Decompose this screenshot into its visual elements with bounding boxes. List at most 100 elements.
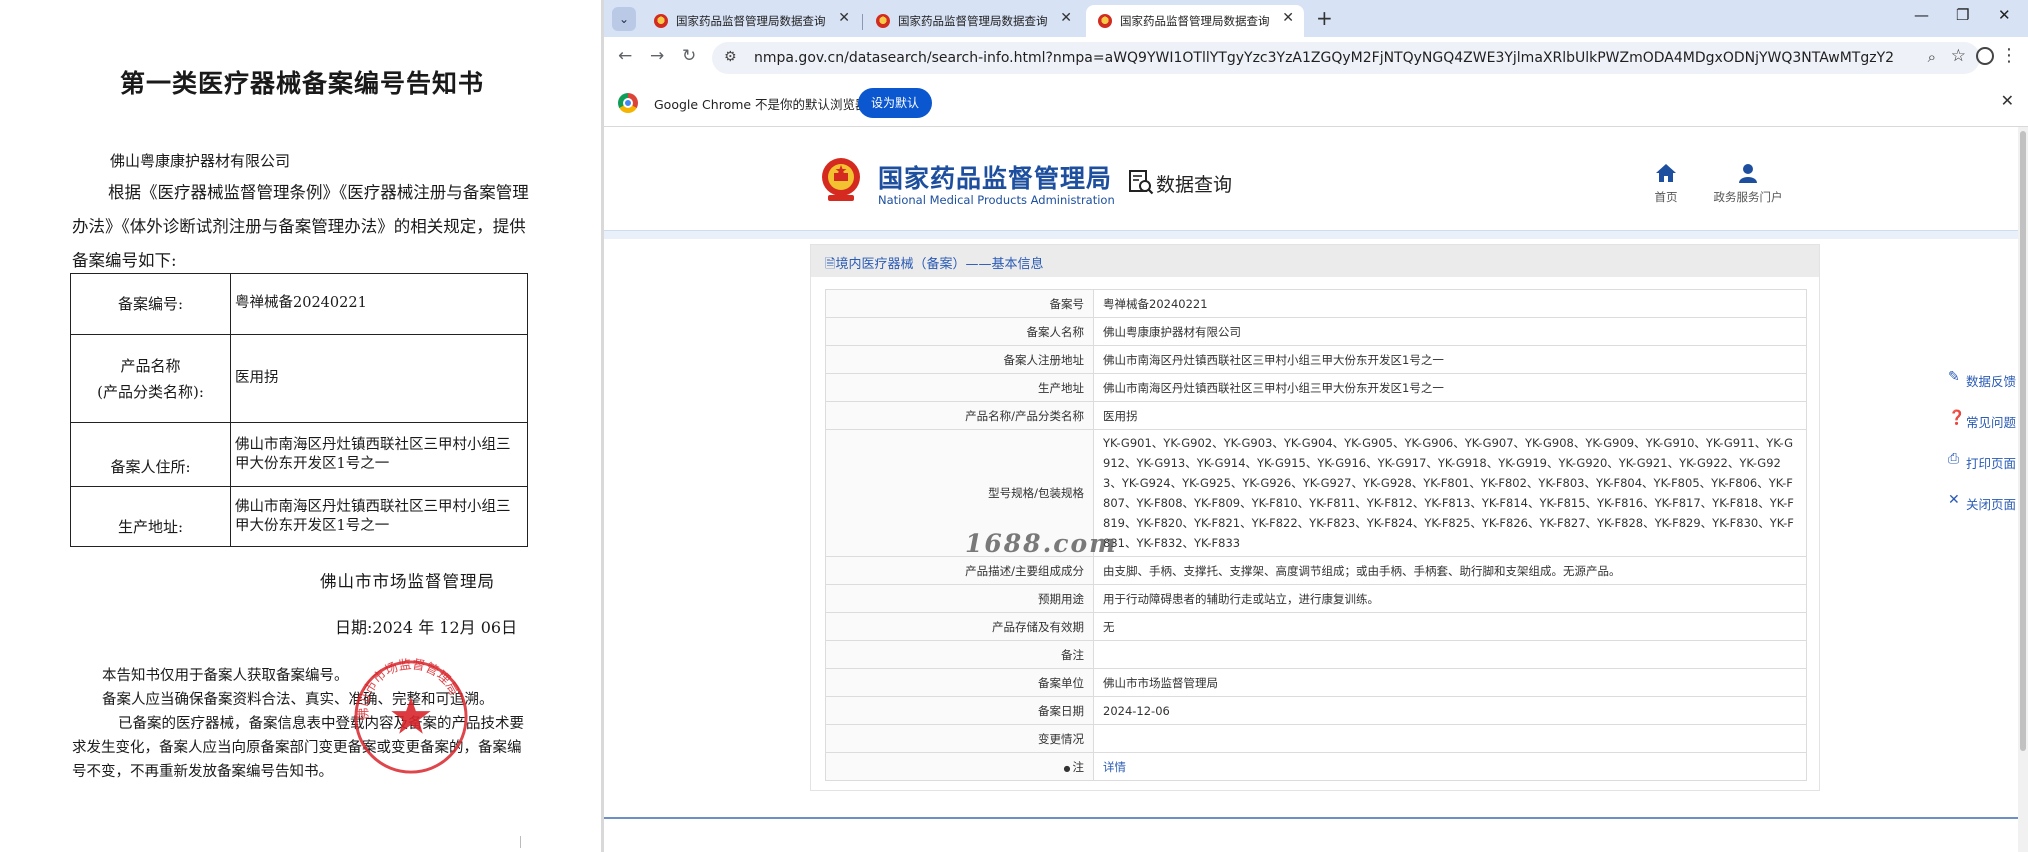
table-row: 备注 (825, 640, 1807, 669)
side-tool-label: 关闭页面 (1966, 497, 2017, 512)
question-icon: ❓ (1948, 410, 1966, 426)
site-header: 国家药品监督管理局 National Medical Products Admi… (604, 127, 2024, 231)
forward-arrow-icon[interactable]: → (650, 46, 664, 66)
table-row: 生产地址: 佛山市南海区丹灶镇西联社区三甲村小组三甲大份东开发区1号之一 (70, 486, 528, 547)
url-text[interactable]: nmpa.gov.cn/datasearch/search-info.html?… (754, 50, 1894, 66)
infobar-close-icon[interactable]: ✕ (2001, 91, 2014, 110)
restore-icon[interactable]: ❐ (1956, 6, 1969, 24)
tab-search-button[interactable]: ⌄ (612, 7, 636, 31)
site-name[interactable]: 国家药品监督管理局 (878, 159, 1112, 195)
tab-close-icon[interactable]: ✕ (1060, 10, 1072, 26)
scrollbar-thumb[interactable] (2020, 131, 2026, 751)
field-label: 预期用途 (825, 584, 1094, 613)
browser-window: ⌄ 国家药品监督管理局数据查询 ✕ 国家药品监督管理局数据查询 ✕ 国家药品监督… (604, 0, 2028, 852)
tab-title: 国家药品监督管理局数据查询 (1120, 14, 1270, 28)
nav-service-portal[interactable]: 政务服务门户 (1708, 163, 1788, 205)
close-icon: ✕ (1948, 492, 1960, 508)
table-row: 备案单位 佛山市市场监督管理局 (825, 668, 1807, 697)
official-seal-icon: 佛山市市场监督管理局 (354, 658, 468, 774)
print-icon: ⎙ (1948, 451, 1960, 467)
document-date: 日期:2024 年 12月 06日 (335, 618, 518, 637)
window-close-icon[interactable]: ✕ (1998, 6, 2011, 24)
close-page-button[interactable]: ✕ 关闭页面 (1942, 490, 2024, 531)
browser-tab-active[interactable]: 国家药品监督管理局数据查询 ✕ (1086, 5, 1304, 37)
field-value: 由支脚、手柄、支撑托、支撑架、高度调节组成；或由手柄、手柄套、助行脚和支架组成。… (1093, 556, 1807, 585)
tab-title: 国家药品监督管理局数据查询 (898, 14, 1048, 28)
table-row: 产品名称 (产品分类名称): 医用拐 (70, 334, 528, 423)
field-label: 产品描述/主要组成成分 (825, 556, 1094, 585)
field-label: 生产地址 (825, 373, 1094, 402)
vertical-scrollbar[interactable] (2018, 127, 2028, 852)
watermark-text: 1688.com (965, 529, 1118, 558)
field-label: 产品存储及有效期 (825, 612, 1094, 641)
field-value: 医用拐 (1093, 401, 1807, 430)
field-label: 备案号 (825, 289, 1094, 318)
table-row: ● 注详情 (825, 752, 1807, 781)
table-row: 备案人住所: 佛山市南海区丹灶镇西联社区三甲村小组三甲大份东开发区1号之一 (70, 422, 528, 487)
browser-toolbar: ← → ↻ ⚙ nmpa.gov.cn/datasearch/search-in… (604, 37, 2028, 79)
table-row: 备案人名称 佛山粤康康护器材有限公司 (825, 317, 1807, 346)
zoom-icon[interactable]: ⌕ (1928, 48, 1936, 66)
table-label: 备案编号: (70, 273, 231, 335)
details-link[interactable]: 详情 (1103, 760, 1126, 774)
table-row: 备案人注册地址 佛山市南海区丹灶镇西联社区三甲村小组三甲大份东开发区1号之一 (825, 345, 1807, 374)
tab-close-icon[interactable]: ✕ (1282, 10, 1294, 26)
section-title: 数据查询 (1156, 174, 1233, 196)
site-info-icon[interactable]: ⚙ (724, 49, 737, 65)
side-tool-label: 数据反馈 (1966, 374, 2017, 389)
document-icon: 🗎 (825, 257, 836, 272)
national-emblem-icon (822, 158, 860, 201)
back-arrow-icon[interactable]: ← (618, 46, 632, 66)
basic-info-panel: 🗎境内医疗器械（备案）——基本信息 备案号 粤禅械备20240221 备案人名称 佛山… (810, 244, 1820, 791)
field-value (1093, 724, 1807, 753)
minimize-icon[interactable]: — (1914, 6, 1929, 24)
print-button[interactable]: ⎙ 打印页面 (1942, 449, 2024, 490)
tab-separator (862, 14, 863, 30)
field-value: 佛山市南海区丹灶镇西联社区三甲村小组三甲大份东开发区1号之一 (1093, 373, 1807, 402)
address-bar[interactable]: ⚙ nmpa.gov.cn/datasearch/search-info.htm… (712, 42, 1980, 74)
tab-close-icon[interactable]: ✕ (838, 10, 850, 26)
new-tab-icon[interactable]: + (1316, 6, 1333, 30)
field-label: 备注 (825, 640, 1094, 669)
menu-dots-icon[interactable]: ⋮ (2000, 45, 2018, 66)
tab-strip: ⌄ 国家药品监督管理局数据查询 ✕ 国家药品监督管理局数据查询 ✕ 国家药品监督… (604, 0, 2028, 37)
profile-icon[interactable] (1976, 47, 1994, 65)
browser-tab[interactable]: 国家药品监督管理局数据查询 ✕ (642, 5, 860, 37)
notice-document: 第一类医疗器械备案编号告知书 佛山粤康康护器材有限公司 根据《医疗器械监督管理条… (0, 0, 604, 852)
table-label: 备案人住所: (70, 422, 231, 487)
field-label: 备案人注册地址 (825, 345, 1094, 374)
table-row: 产品存储及有效期无 (825, 612, 1807, 641)
feedback-button[interactable]: ✎ 数据反馈 (1942, 367, 2024, 408)
side-tool-label: 打印页面 (1966, 456, 2017, 471)
home-icon (1656, 164, 1676, 182)
nav-home[interactable]: 首页 (1626, 163, 1706, 205)
table-row: 产品名称/产品分类名称 医用拐 (825, 401, 1807, 430)
table-row: 备案日期 2024-12-06 (825, 696, 1807, 725)
header-band (604, 231, 2024, 239)
table-row: 生产地址 佛山市南海区丹灶镇西联社区三甲村小组三甲大份东开发区1号之一 (825, 373, 1807, 402)
table-row: 变更情况 (825, 724, 1807, 753)
field-value (1093, 640, 1807, 669)
edit-icon: ✎ (1948, 369, 1960, 385)
reload-icon[interactable]: ↻ (682, 46, 696, 66)
nav-label: 首页 (1654, 190, 1678, 204)
field-value: 2024-12-06 (1093, 696, 1807, 725)
faq-button[interactable]: ❓ 常见问题 (1942, 408, 2024, 449)
bookmark-star-icon[interactable]: ☆ (1951, 46, 1966, 66)
nmpa-favicon-icon (876, 14, 890, 28)
default-browser-infobar: Google Chrome 不是你的默认浏览器 设为默认 ✕ (604, 79, 2028, 127)
set-default-button[interactable]: 设为默认 (858, 88, 932, 118)
data-query-icon (1129, 170, 1154, 195)
site-name-english: National Medical Products Administration (878, 193, 1115, 207)
tab-title: 国家药品监督管理局数据查询 (676, 14, 826, 28)
browser-tab[interactable]: 国家药品监督管理局数据查询 ✕ (864, 5, 1082, 37)
panel-title: 🗎境内医疗器械（备案）——基本信息 (825, 253, 1043, 277)
field-value: 佛山市市场监督管理局 (1093, 668, 1807, 697)
page-edge-mark (520, 836, 521, 848)
nmpa-favicon-icon (1098, 14, 1112, 28)
table-value: 粤禅械备20240221 (230, 273, 528, 335)
field-label: 备案日期 (825, 696, 1094, 725)
document-addressee: 佛山粤康康护器材有限公司 (110, 152, 291, 170)
field-value: 粤禅械备20240221 (1093, 289, 1807, 318)
field-value: 无 (1093, 612, 1807, 641)
